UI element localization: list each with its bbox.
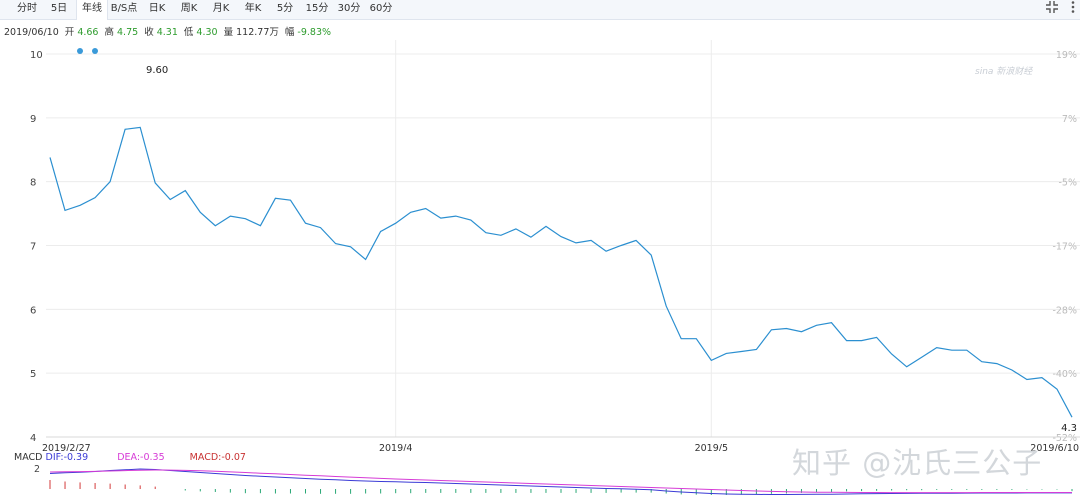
right-tick-label: 19% [1056,50,1077,61]
collapse-icon[interactable] [1043,0,1061,19]
tab-10[interactable]: 30分 [334,0,364,19]
x-tick-label: 2019/5 [695,443,728,451]
signal-marker-icon [92,48,98,54]
low-value: 4.30 [196,27,218,38]
volume-label: 量 [223,27,234,38]
tab-9[interactable]: 15分 [302,0,332,19]
tab-2[interactable]: 年线 [76,0,108,20]
tab-0[interactable]: 分时 [12,0,42,19]
low-label: 低 [183,27,194,38]
volume-value: 112.77万 [236,27,279,38]
high-label: 高 [104,27,115,38]
y-tick-label: 4 [30,433,36,444]
y-tick-label: 9 [30,114,36,125]
quote-date: 2019/06/10 [4,27,59,38]
close-value: 4.31 [156,27,178,38]
tab-6[interactable]: 月K [206,0,236,19]
right-tick-label: -28% [1052,305,1077,316]
high-value: 4.75 [117,27,139,38]
quote-bar: 2019/06/10 开 4.66 高 4.75 收 4.31 低 4.30 量 112.… [4,24,334,38]
right-tick-label: -5% [1059,178,1078,189]
y-tick-label: 6 [30,305,36,316]
y-tick-label: 10 [30,50,43,61]
zhihu-watermark: 知乎 @沈氏三公子 [792,446,1043,480]
more-vertical-icon[interactable] [1064,0,1080,19]
right-tick-label: -40% [1052,369,1077,380]
price-line-chart: 45678910 19%7%-5%-17%-28%-40%-52%2019/2/2… [30,40,1080,451]
macd-y-tick: 2 [34,464,40,475]
right-tick-label: 7% [1062,114,1077,125]
tab-5[interactable]: 周K [174,0,204,19]
y-tick-label: 8 [30,178,36,189]
change-value: -9.83% [297,27,332,38]
tab-7[interactable]: 年K [238,0,268,19]
x-tick-label: 2019/4 [379,443,412,451]
tab-11[interactable]: 60分 [366,0,396,19]
signal-marker-icon [77,48,83,54]
right-tick-label: -17% [1052,242,1077,253]
y-tick-label: 5 [30,369,36,380]
tab-4[interactable]: 日K [142,0,172,19]
tab-3[interactable]: B/S点 [108,0,140,19]
tab-8[interactable]: 5分 [270,0,300,19]
open-label: 开 [64,27,75,38]
open-value: 4.66 [77,27,99,38]
price-series-line [49,126,1073,418]
change-label: 幅 [284,27,295,38]
period-tabs: 分时 5日 年线 B/S点 日K 周K 月K 年K 5分 15分 30分 60分 [0,0,1080,20]
close-label: 收 [144,27,154,38]
y-tick-label: 7 [30,242,36,253]
x-tick-label: 2019/2/27 [42,443,91,451]
tab-1[interactable]: 5日 [44,0,74,19]
last-price-label: 4.3 [1061,423,1077,434]
max-price-label: 9.60 [146,65,168,76]
